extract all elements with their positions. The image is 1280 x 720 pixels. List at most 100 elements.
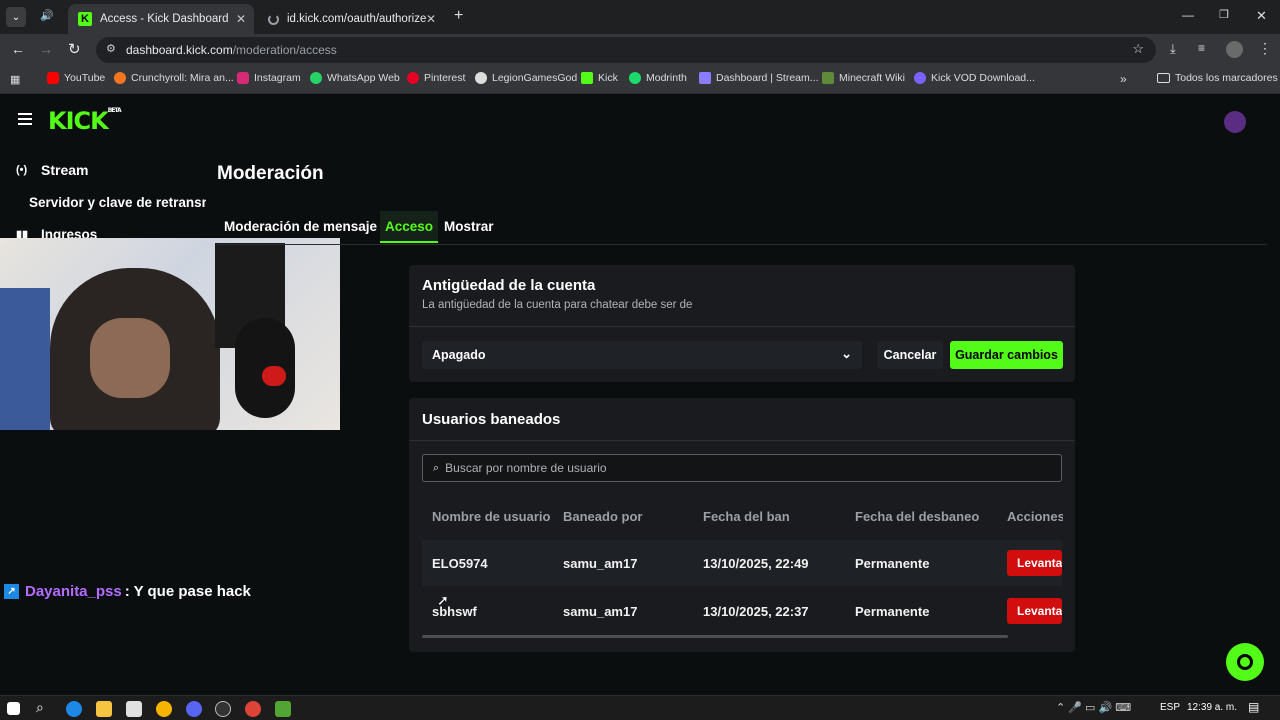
kick-logo[interactable]: KICKBETA [48, 107, 122, 135]
profile-avatar[interactable] [1226, 41, 1243, 58]
card-divider [409, 326, 1075, 327]
tab-moderacion-mensaje[interactable]: Moderación de mensaje [224, 219, 377, 234]
notifications-icon[interactable]: ▤ [1248, 700, 1259, 714]
webcam-left-wall [0, 288, 50, 430]
pinterest-icon [407, 72, 419, 84]
reload-button[interactable]: ↻ [68, 40, 81, 58]
window-close-button[interactable]: ✕ [1256, 8, 1267, 24]
save-changes-button[interactable]: Guardar cambios [950, 341, 1063, 369]
tab-acceso[interactable]: Acceso [380, 211, 439, 243]
menu-icon[interactable]: ⋮ [1258, 40, 1272, 57]
audio-icon[interactable]: 🔊 [40, 9, 54, 22]
discord-icon[interactable] [186, 701, 202, 717]
account-age-title: Antigüedad de la cuenta [422, 277, 596, 294]
tab-kick-dashboard[interactable]: K Access - Kick Dashboard ✕ [68, 4, 254, 34]
folder-icon [1157, 73, 1170, 83]
bookmark-instagram[interactable]: Instagram [237, 72, 301, 84]
support-chat-button[interactable] [1226, 643, 1264, 681]
table-scrollbar[interactable] [422, 635, 1008, 638]
url-domain: dashboard.kick.com [126, 43, 233, 57]
bookmark-whatsapp[interactable]: WhatsApp Web [310, 72, 400, 84]
chat-bubble-icon [1237, 654, 1253, 670]
webcam-overlay [0, 238, 340, 430]
back-button[interactable]: ← [11, 41, 25, 57]
file-explorer-icon[interactable] [96, 701, 112, 717]
close-icon[interactable]: ✕ [426, 12, 436, 26]
bookmark-minecraft-wiki[interactable]: Minecraft Wiki [822, 72, 905, 84]
chat-message-overlay: ↗ Dayanita_pss : Y que pase hack [4, 583, 251, 600]
forward-button[interactable]: → [39, 41, 53, 57]
minecraft-icon[interactable] [275, 701, 291, 717]
windows-start-icon[interactable] [7, 702, 20, 715]
restore-button[interactable]: ❐ [1219, 8, 1229, 21]
account-age-card: Antigüedad de la cuenta La antigüedad de… [409, 265, 1075, 382]
tab-oauth[interactable]: id.kick.com/oauth/authorize?re ✕ [258, 4, 444, 34]
sidebar-item-server-key[interactable]: Servidor y clave de retransm [29, 195, 206, 210]
youtube-icon [47, 72, 59, 84]
crunchyroll-icon [114, 72, 126, 84]
new-tab-button[interactable]: + [454, 7, 463, 25]
search-icon: ⌕ [433, 461, 440, 474]
col-username[interactable]: Nombre de usuario [432, 509, 550, 524]
url-path: /moderation/access [232, 43, 337, 57]
col-banned-by[interactable]: Baneado por [563, 509, 642, 524]
all-bookmarks[interactable]: Todos los marcadores [1157, 72, 1278, 84]
bookmark-streamlabs[interactable]: Dashboard | Stream... [699, 72, 819, 84]
download-icon[interactable]: ⤓ [1170, 41, 1176, 57]
modrinth-icon [629, 72, 641, 84]
search-icon[interactable]: ⌕ [36, 699, 44, 716]
search-input[interactable]: ⌕ Buscar por nombre de usuario [422, 454, 1062, 482]
bookmark-kick-vod[interactable]: Kick VOD Download... [914, 72, 1035, 84]
chevron-down-icon: ⌄ [841, 346, 852, 361]
bookmark-modrinth[interactable]: Modrinth [629, 72, 687, 84]
calculator-icon[interactable] [126, 701, 142, 717]
cancel-button[interactable]: Cancelar [877, 341, 943, 369]
bookmark-kick[interactable]: Kick [581, 72, 618, 84]
chrome-icon[interactable] [156, 701, 172, 717]
unban-button[interactable]: Levantar [1007, 598, 1062, 624]
globe-icon [475, 72, 487, 84]
site-info-icon[interactable]: ⚙ [106, 42, 116, 55]
tray-icons[interactable]: ⌃ 🎤 ▭ 🔊 ⌨ [1056, 701, 1131, 714]
sidebar-item-stream[interactable]: (•) Stream [16, 162, 88, 178]
edge-icon[interactable] [66, 701, 82, 717]
close-icon[interactable]: ✕ [236, 12, 246, 26]
obs-icon[interactable] [215, 701, 231, 717]
address-bar[interactable]: ⚙ dashboard.kick.com/moderation/access ☆ [96, 37, 1156, 63]
row1-username: ELO5974 [432, 556, 488, 571]
search-placeholder: Buscar por nombre de usuario [445, 461, 607, 475]
tab-mostrar[interactable]: Mostrar [444, 219, 494, 234]
chat-text: : Y que pase hack [124, 583, 251, 600]
unban-button[interactable]: Levantar [1007, 550, 1062, 576]
bookmark-pinterest[interactable]: Pinterest [407, 72, 465, 84]
bookmark-youtube[interactable]: YouTube [47, 72, 105, 84]
media-control-icon[interactable]: ≡ [1198, 41, 1205, 55]
more-bookmarks-icon[interactable]: » [1120, 72, 1127, 86]
clock[interactable]: 12:39 a. m. [1187, 702, 1237, 713]
hamburger-menu-icon[interactable] [18, 113, 32, 125]
apps-icon[interactable]: ▦ [10, 73, 20, 86]
col-unban-date[interactable]: Fecha del desbaneo [855, 509, 979, 524]
chrome-active-icon[interactable] [245, 701, 261, 717]
row1-banned-by: samu_am17 [563, 556, 638, 571]
row2-ban-date: 13/10/2025, 22:37 [703, 604, 809, 619]
minimize-button[interactable]: — [1182, 8, 1194, 22]
tab-search-button[interactable]: ⌄ [6, 7, 26, 27]
kick-dashboard-page: KICKBETA (•) Stream Servidor y clave de … [0, 95, 1280, 695]
mouse-cursor-icon: ➚ [437, 592, 449, 608]
browser-tab-bar: ⌄ 🔊 K Access - Kick Dashboard ✕ id.kick.… [0, 0, 1280, 34]
language-indicator[interactable]: ESP [1160, 702, 1180, 713]
col-ban-date[interactable]: Fecha del ban [703, 509, 790, 524]
streamlabs-icon [699, 72, 711, 84]
bookmark-crunchyroll[interactable]: Crunchyroll: Mira an... [114, 72, 234, 84]
user-avatar[interactable] [1224, 111, 1246, 133]
chat-badge-icon: ↗ [4, 584, 19, 599]
account-age-select[interactable]: Apagado ⌄ [422, 341, 862, 369]
webcam-face [90, 318, 170, 398]
bookmark-legiongamesgod[interactable]: LegionGamesGod [475, 72, 577, 84]
bookmark-star-icon[interactable]: ☆ [1132, 41, 1144, 57]
account-age-subtitle: La antigüedad de la cuenta para chatear … [422, 299, 693, 311]
vod-icon [914, 72, 926, 84]
instagram-icon [237, 72, 249, 84]
loading-icon [268, 13, 279, 25]
